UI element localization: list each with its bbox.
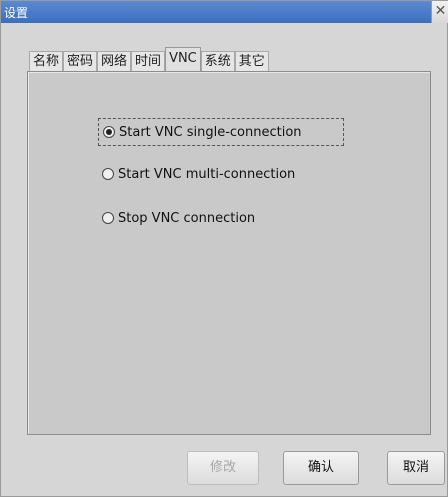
radio-vnc-stop-label: Stop VNC connection bbox=[118, 210, 256, 226]
window-title: 设置 bbox=[4, 6, 29, 20]
tab-other[interactable]: 其它 bbox=[234, 51, 269, 71]
close-button[interactable]: ✕ bbox=[431, 1, 448, 23]
vnc-tab-panel: Start VNC single-connection Start VNC mu… bbox=[27, 71, 431, 435]
tab-name[interactable]: 名称 bbox=[29, 51, 64, 71]
tab-system[interactable]: 系统 bbox=[200, 51, 235, 71]
modify-button[interactable]: 修改 bbox=[187, 451, 259, 485]
radio-vnc-multi[interactable]: Start VNC multi-connection bbox=[98, 160, 299, 188]
tab-time[interactable]: 时间 bbox=[131, 51, 166, 71]
tab-vnc[interactable]: VNC bbox=[165, 47, 201, 71]
radio-vnc-single[interactable]: Start VNC single-connection bbox=[98, 118, 344, 146]
title-bar: 设置 bbox=[1, 1, 431, 23]
radio-checked-icon[interactable] bbox=[103, 126, 115, 138]
tab-network[interactable]: 网络 bbox=[97, 51, 132, 71]
cancel-button[interactable]: 取消 bbox=[387, 451, 445, 485]
radio-unchecked-icon[interactable] bbox=[102, 168, 114, 180]
radio-vnc-stop[interactable]: Stop VNC connection bbox=[98, 204, 259, 232]
close-icon: ✕ bbox=[434, 3, 447, 19]
radio-vnc-multi-label: Start VNC multi-connection bbox=[118, 166, 296, 182]
settings-dialog: 设置 ✕ 名称 密码 网络 时间 VNC 系统 其它 Start VNC sin… bbox=[0, 0, 448, 497]
radio-vnc-single-label: Start VNC single-connection bbox=[119, 124, 302, 140]
radio-unchecked-icon[interactable] bbox=[102, 212, 114, 224]
tab-password[interactable]: 密码 bbox=[63, 51, 98, 71]
tab-bar: 名称 密码 网络 时间 VNC 系统 其它 bbox=[29, 47, 269, 71]
confirm-button[interactable]: 确认 bbox=[283, 451, 359, 485]
